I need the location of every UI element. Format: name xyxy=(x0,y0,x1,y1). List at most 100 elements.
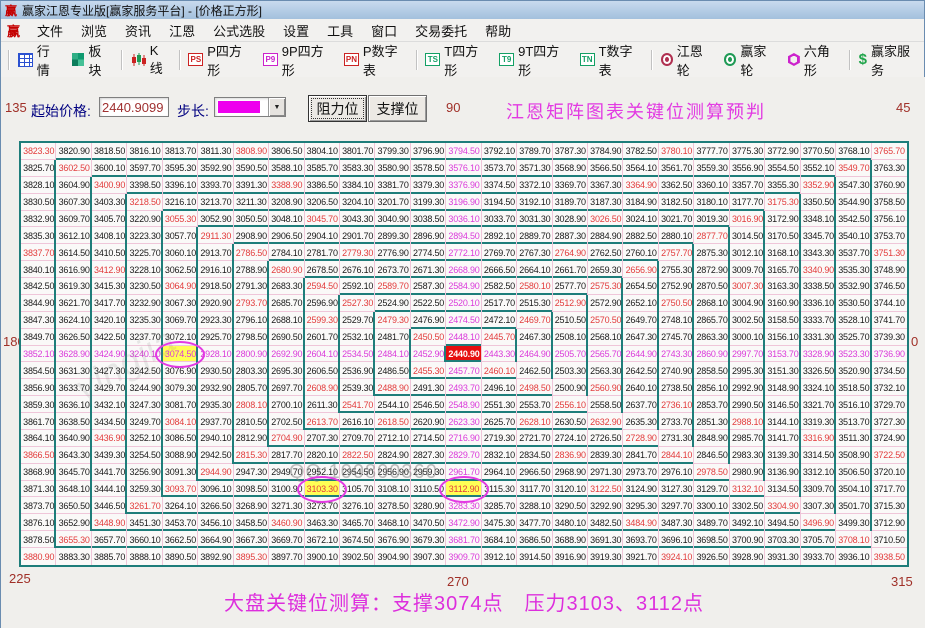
matrix-cell: 2971.30 xyxy=(588,464,623,481)
matrix-cell: 2508.10 xyxy=(553,329,588,346)
matrix-cell: 2491.30 xyxy=(411,379,446,396)
menu-item-6[interactable]: 工具 xyxy=(318,24,362,39)
toolbar-item-3[interactable]: PS P四方形 xyxy=(182,44,256,78)
matrix-cell: 2916.10 xyxy=(198,261,233,278)
matrix-cell: 3036.10 xyxy=(446,211,481,228)
toolbar-item-7[interactable]: T9 9T四方形 xyxy=(493,44,573,78)
matrix-cell: 3326.50 xyxy=(801,362,836,379)
menu-item-1[interactable]: 浏览 xyxy=(72,24,116,39)
matrix-cell: 3081.70 xyxy=(163,396,198,413)
matrix-cell: 3345.70 xyxy=(801,227,836,244)
menu-item-0[interactable]: 文件 xyxy=(28,24,72,39)
matrix-cell: 2443.30 xyxy=(482,346,517,363)
child-window-icon[interactable]: 赢 xyxy=(1,21,28,40)
matrix-cell: 2755.30 xyxy=(659,261,694,278)
matrix-cell: 3273.70 xyxy=(305,497,340,514)
matrix-cell: 3741.70 xyxy=(872,312,907,329)
matrix-cell: 3516.10 xyxy=(836,396,871,413)
chevron-down-icon[interactable]: ▼ xyxy=(268,98,285,116)
matrix-cell: 3873.70 xyxy=(21,497,56,514)
matrix-cell: 2844.10 xyxy=(659,447,694,464)
toolbar-item-8[interactable]: TN T数字表 xyxy=(574,44,648,78)
matrix-cell: 3379.30 xyxy=(411,177,446,194)
matrix-cell: 3242.50 xyxy=(127,362,162,379)
support-button[interactable]: 支撑位 xyxy=(368,95,427,122)
matrix-cell: 2738.50 xyxy=(659,379,694,396)
matrix-cell: 2858.50 xyxy=(694,362,729,379)
matrix-cell: 3876.10 xyxy=(21,514,56,531)
matrix-cell: 2505.70 xyxy=(553,346,588,363)
matrix-cell: 3475.30 xyxy=(482,514,517,531)
angle-label-90: 90 xyxy=(446,100,461,115)
matrix-cell: 3384.10 xyxy=(340,177,375,194)
hexagon-icon xyxy=(787,53,800,66)
menu-item-8[interactable]: 交易委托 xyxy=(406,24,476,39)
matrix-cell: 2913.70 xyxy=(198,244,233,261)
matrix-cell: 3007.30 xyxy=(730,278,765,295)
matrix-cell: 3885.70 xyxy=(92,548,127,565)
menu-item-2[interactable]: 资讯 xyxy=(116,24,160,39)
menu-item-7[interactable]: 窗口 xyxy=(362,24,406,39)
matrix-cell: 2498.50 xyxy=(517,379,552,396)
matrix-cell: 2990.50 xyxy=(730,396,765,413)
matrix-cell: 3758.50 xyxy=(872,194,907,211)
matrix-cell: 2592.10 xyxy=(340,278,375,295)
menu-item-5[interactable]: 设置 xyxy=(274,24,318,39)
toolbar-item-0[interactable]: 行情 xyxy=(12,44,66,78)
matrix-cell: 2568.10 xyxy=(588,329,623,346)
matrix-cell: 3336.10 xyxy=(801,295,836,312)
matrix-cell: 3724.90 xyxy=(872,430,907,447)
matrix-cell: 3487.30 xyxy=(659,514,694,531)
matrix-cell: 2680.90 xyxy=(269,261,304,278)
toolbar-item-label: 赢家服务 xyxy=(870,43,910,78)
matrix-cell: 3187.30 xyxy=(588,194,623,211)
toolbar-item-4[interactable]: P9 9P四方形 xyxy=(257,44,338,78)
matrix-cell: 2788.90 xyxy=(234,261,269,278)
toolbar-item-6[interactable]: TS T四方形 xyxy=(419,44,493,78)
title-bar[interactable]: 赢 赢家江恩专业版[赢家服务平台] - [价格正方形] xyxy=(1,1,924,19)
menu-item-3[interactable]: 江恩 xyxy=(160,24,204,39)
matrix-cell: 2985.70 xyxy=(730,430,765,447)
badge-P9-icon: P9 xyxy=(262,53,278,66)
matrix-cell: 3357.70 xyxy=(730,177,765,194)
window-title: 赢家江恩专业版[赢家服务平台] - [价格正方形] xyxy=(22,3,263,18)
matrix-cell: 3211.30 xyxy=(234,194,269,211)
matrix-cell: 2671.30 xyxy=(411,261,446,278)
matrix-cell: 3585.70 xyxy=(305,160,340,177)
toolbar-separator xyxy=(178,49,180,70)
matrix-cell: 3931.30 xyxy=(765,548,800,565)
matrix-cell: 2457.70 xyxy=(446,362,481,379)
matrix-cell: 2448.10 xyxy=(446,329,481,346)
matrix-cell: 3364.90 xyxy=(623,177,658,194)
matrix-cell: 3098.50 xyxy=(234,481,269,498)
start-price-input[interactable] xyxy=(99,97,169,117)
matrix-cell: 3849.70 xyxy=(21,329,56,346)
matrix-cell: 2642.50 xyxy=(623,362,658,379)
matrix-highlight-cell: 3074.50 xyxy=(162,345,199,363)
toolbar-item-2[interactable]: K线 xyxy=(125,43,175,76)
resistance-button[interactable]: 阻力位 xyxy=(308,95,367,122)
step-color-dropdown[interactable]: ▼ xyxy=(214,97,286,117)
matrix-cell: 3763.30 xyxy=(872,160,907,177)
matrix-cell: 3909.70 xyxy=(446,548,481,565)
matrix-cell: 3600.10 xyxy=(92,160,127,177)
matrix-cell: 3199.30 xyxy=(411,194,446,211)
start-price-label: 起始价格: xyxy=(31,103,91,119)
toolbar-item-9[interactable]: 江恩轮 xyxy=(655,44,719,78)
matrix-cell: 3410.50 xyxy=(92,244,127,261)
matrix-cell: 3549.70 xyxy=(836,160,871,177)
matrix-cell: 3057.70 xyxy=(163,227,198,244)
toolbar-item-5[interactable]: PN P数字表 xyxy=(338,44,412,78)
matrix-cell: 2503.30 xyxy=(553,362,588,379)
matrix-cell: 3770.50 xyxy=(801,143,836,160)
toolbar-item-11[interactable]: 六角形 xyxy=(782,44,846,78)
matrix-cell: 3398.50 xyxy=(127,177,162,194)
matrix-cell: 3717.70 xyxy=(872,481,907,498)
menu-item-4[interactable]: 公式选股 xyxy=(204,24,274,39)
matrix-cell: 3156.10 xyxy=(765,329,800,346)
toolbar-item-1[interactable]: 板块 xyxy=(66,44,118,78)
matrix-cell: 3792.10 xyxy=(482,143,517,160)
toolbar-item-12[interactable]: $ 赢家服务 xyxy=(853,44,924,78)
menu-item-9[interactable]: 帮助 xyxy=(476,24,520,39)
toolbar-item-10[interactable]: 赢家轮 xyxy=(718,44,782,78)
